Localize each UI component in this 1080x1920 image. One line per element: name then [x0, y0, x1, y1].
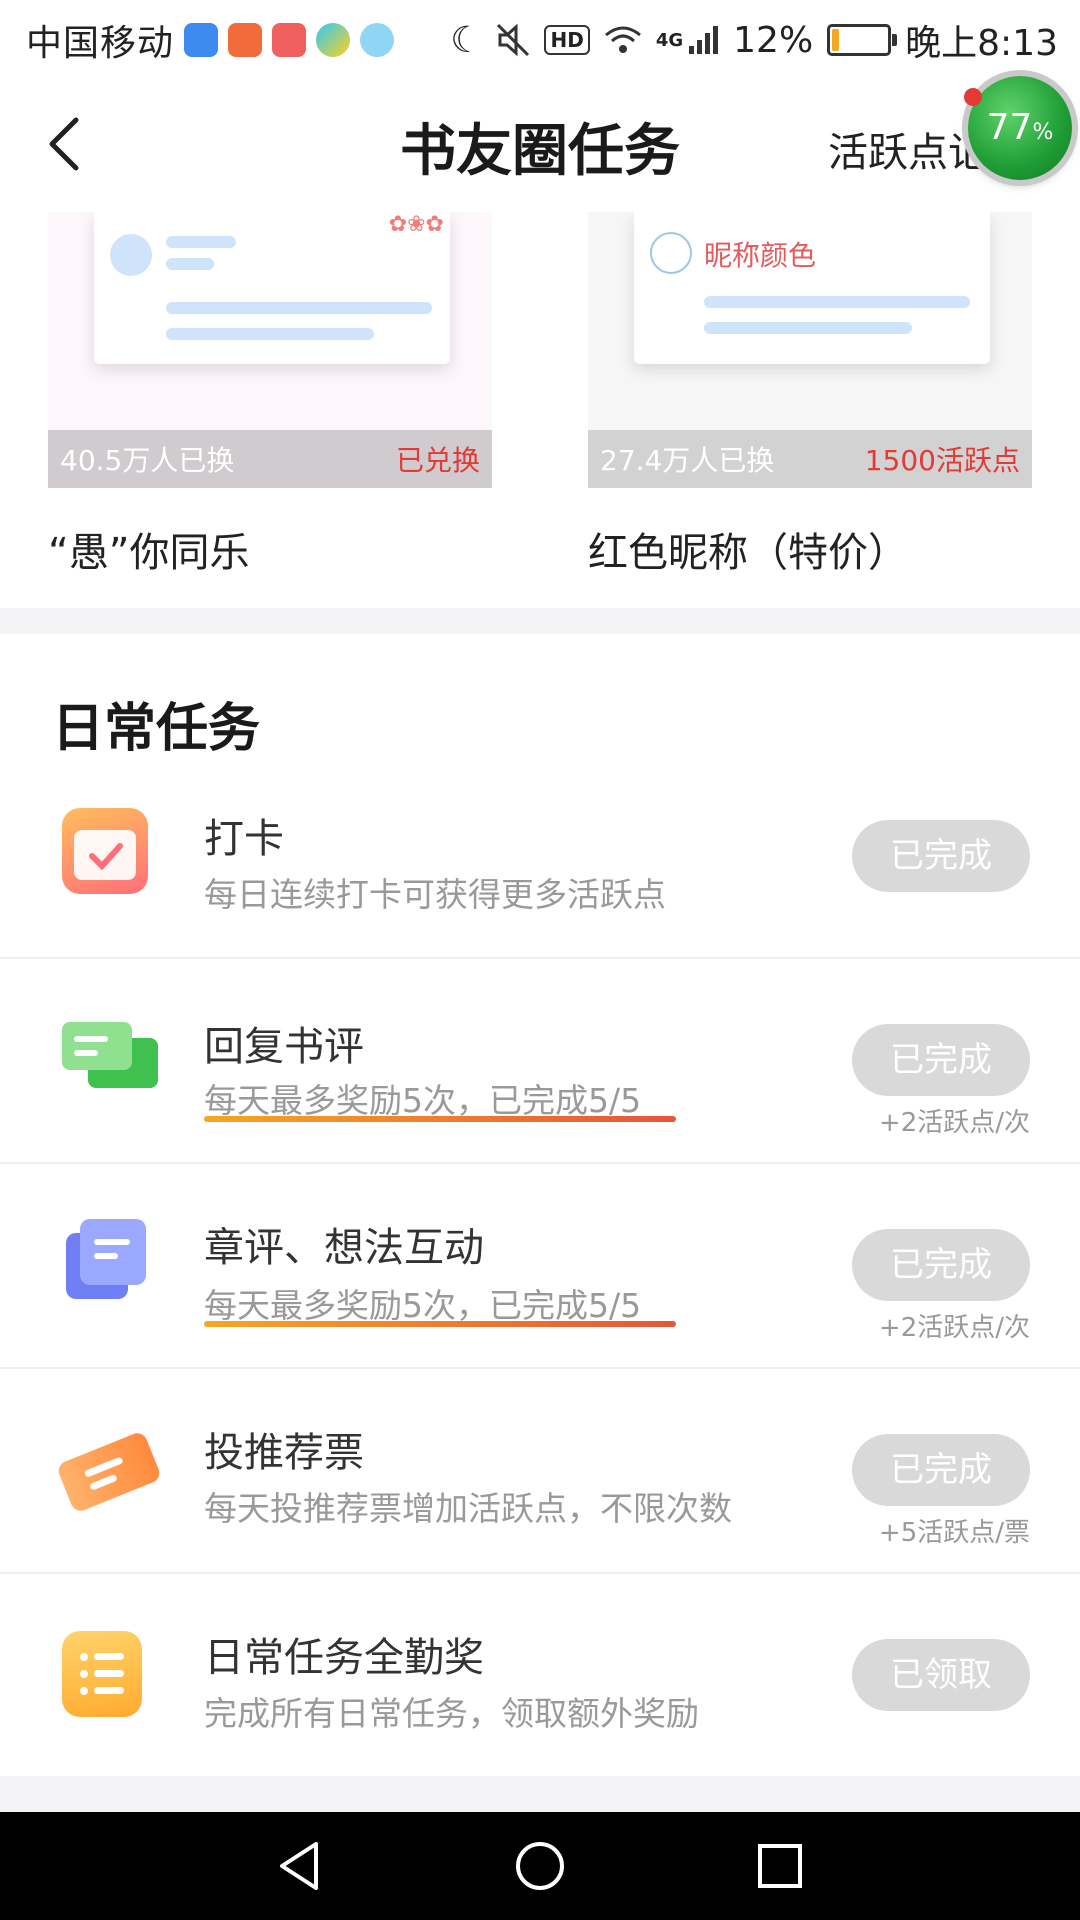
notification-dot	[964, 88, 982, 106]
exchange-cards: ✿❀✿ 40.5万人已换 已兑换 “愚”你同乐 昵称颜色 27.4万人已换 15…	[0, 212, 1080, 608]
system-nav-bar	[0, 1812, 1080, 1920]
task-row-reply-review: 回复书评 每天最多奖励5次，已完成5/5 已完成 +2活跃点/次	[0, 960, 1080, 1164]
battery-percent: 12%	[733, 19, 814, 61]
task-status-button[interactable]: 已领取	[852, 1639, 1030, 1711]
clock: 晚上8:13	[905, 23, 1058, 64]
task-row-checkin: 打卡 每日连续打卡可获得更多活跃点 已完成	[0, 756, 1080, 960]
preview-name: 昵称颜色	[704, 239, 817, 272]
signal-icon	[689, 26, 719, 54]
task-name: 章评、想法互动	[204, 1225, 484, 1271]
wifi-icon	[604, 26, 641, 53]
preview-line	[166, 302, 432, 314]
preview-line	[704, 322, 912, 334]
task-desc: 每日连续打卡可获得更多活跃点	[204, 875, 666, 914]
document-stack-icon	[62, 1217, 148, 1303]
divider	[0, 957, 1080, 959]
divider	[0, 1162, 1080, 1164]
progress-underline	[204, 1321, 676, 1327]
red-app-icon	[272, 23, 307, 57]
task-name: 投推荐票	[204, 1430, 364, 1476]
preview-line	[166, 328, 374, 340]
task-desc: 每天投推荐票增加活跃点，不限次数	[204, 1489, 732, 1528]
card-bar: 27.4万人已换 1500活跃点	[588, 430, 1032, 488]
divider	[0, 1572, 1080, 1574]
play-app-icon	[316, 23, 351, 57]
section-gap	[0, 608, 1080, 634]
task-row-attendance-bonus: 日常任务全勤奖 完成所有日常任务，领取额外奖励 已领取	[0, 1575, 1080, 1779]
section-title: 日常任务	[52, 698, 261, 759]
hd-icon: HD	[544, 25, 590, 55]
preview-line	[166, 236, 236, 248]
exchange-count: 27.4万人已换	[600, 444, 775, 477]
task-status-button[interactable]: 已完成	[852, 1434, 1030, 1506]
task-name: 回复书评	[204, 1024, 364, 1070]
exchange-count: 40.5万人已换	[60, 444, 235, 477]
calendar-check-icon	[62, 808, 148, 894]
bubble-value: 77	[986, 107, 1033, 148]
exchange-card[interactable]: 昵称颜色 27.4万人已换 1500活跃点	[588, 212, 1032, 488]
exchange-price: 1500活跃点	[864, 444, 1020, 477]
aha-app-icon	[360, 23, 395, 57]
mail-app-icon	[228, 23, 263, 57]
confetti-decoration: ✿❀✿	[388, 212, 444, 237]
nav-back-icon[interactable]	[272, 1838, 328, 1894]
floating-progress-bubble[interactable]: 77%	[968, 76, 1072, 180]
nav-recents-icon[interactable]	[752, 1838, 808, 1894]
divider	[0, 1367, 1080, 1369]
task-desc: 完成所有日常任务，领取额外奖励	[204, 1694, 699, 1733]
moon-icon: ☾	[450, 19, 483, 61]
network-type: 4G	[655, 29, 684, 51]
card-title[interactable]: “愚”你同乐	[48, 520, 249, 578]
ticket-icon	[54, 1422, 160, 1511]
exchange-card[interactable]: ✿❀✿ 40.5万人已换 已兑换	[48, 212, 492, 488]
user-avatar-icon	[650, 232, 692, 274]
task-status-button[interactable]: 已完成	[852, 820, 1030, 892]
task-name: 打卡	[204, 816, 284, 862]
preview-avatar	[110, 234, 152, 276]
card-preview: ✿❀✿	[94, 212, 450, 364]
status-bar: 中国移动 ☾ HD 4G 12% 晚上8:13	[0, 0, 1080, 76]
task-name: 日常任务全勤奖	[204, 1635, 484, 1681]
bubble-unit: %	[1032, 120, 1054, 145]
task-row-chapter-interaction: 章评、想法互动 每天最多奖励5次，已完成5/5 已完成 +2活跃点/次	[0, 1165, 1080, 1369]
shield-app-icon	[184, 23, 219, 57]
list-icon	[62, 1631, 142, 1717]
exchange-status: 已兑换	[395, 444, 480, 477]
task-desc: 每天最多奖励5次，已完成5/5	[204, 1081, 642, 1120]
activity-record-link[interactable]: 活跃点记	[828, 120, 988, 178]
task-reward: +2活跃点/次	[878, 1313, 1030, 1343]
task-desc: 每天最多奖励5次，已完成5/5	[204, 1286, 642, 1325]
carrier-name: 中国移动	[26, 23, 175, 64]
card-title[interactable]: 红色昵称（特价）	[588, 520, 908, 578]
preview-line	[166, 258, 214, 270]
task-reward: +5活跃点/票	[878, 1518, 1030, 1548]
mute-icon	[497, 23, 530, 57]
progress-underline	[204, 1116, 676, 1122]
bottom-gap	[0, 1776, 1080, 1812]
chat-bubbles-icon	[62, 1016, 158, 1102]
card-bar: 40.5万人已换 已兑换	[48, 430, 492, 488]
task-row-recommend-ticket: 投推荐票 每天投推荐票增加活跃点，不限次数 已完成 +5活跃点/票	[0, 1370, 1080, 1574]
card-preview: 昵称颜色	[634, 212, 990, 364]
task-reward: +2活跃点/次	[878, 1108, 1030, 1138]
preview-line	[704, 296, 970, 308]
battery-icon	[827, 24, 898, 56]
task-status-button[interactable]: 已完成	[852, 1024, 1030, 1096]
nav-home-icon[interactable]	[512, 1838, 568, 1894]
header: 书友圈任务 活跃点记 77%	[0, 76, 1080, 212]
task-status-button[interactable]: 已完成	[852, 1229, 1030, 1301]
